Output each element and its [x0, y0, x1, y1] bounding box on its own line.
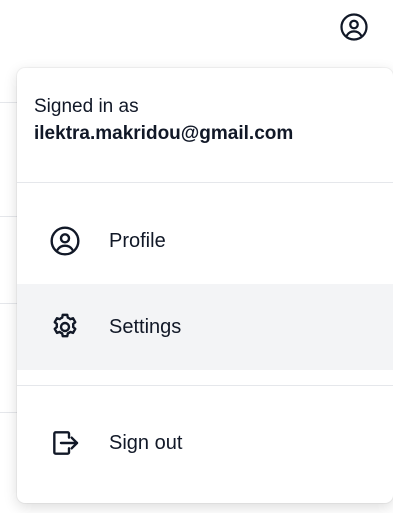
background-divider [0, 216, 18, 217]
user-circle-icon [47, 223, 83, 259]
menu-section-signout: Sign out [17, 386, 393, 501]
background-divider [0, 102, 18, 103]
signed-in-info: Signed in as ilektra.makridou@gmail.com [17, 68, 393, 183]
background-divider [0, 303, 18, 304]
menu-item-sign-out[interactable]: Sign out [17, 400, 393, 486]
menu-item-label: Settings [109, 315, 182, 338]
signed-in-label: Signed in as [34, 96, 139, 117]
menu-section-main: Profile Settings [17, 183, 393, 386]
user-email: ilektra.makridou@gmail.com [34, 123, 294, 144]
menu-item-label: Profile [109, 229, 166, 252]
user-dropdown-menu: Signed in as ilektra.makridou@gmail.com … [17, 68, 393, 503]
user-menu-button[interactable] [337, 10, 371, 44]
gear-icon [47, 309, 83, 345]
menu-item-label: Sign out [109, 431, 183, 454]
background-divider [0, 412, 18, 413]
sign-out-icon [47, 425, 83, 461]
menu-item-profile[interactable]: Profile [17, 198, 393, 284]
user-circle-icon [340, 13, 368, 41]
menu-item-settings[interactable]: Settings [17, 284, 393, 370]
